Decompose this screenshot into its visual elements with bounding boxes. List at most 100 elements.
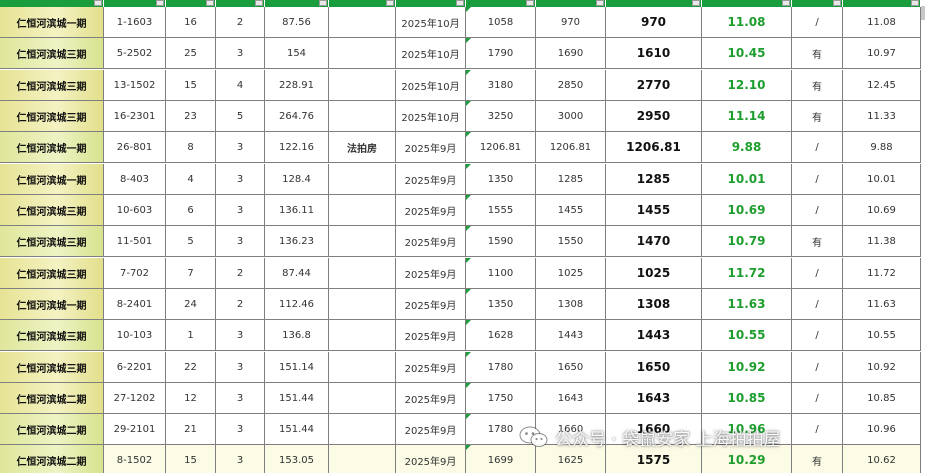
cell-unit-price[interactable]: 10.92	[702, 352, 792, 383]
cell-name[interactable]: 仁恒河滨城一期	[0, 7, 104, 38]
cell-price2[interactable]: 1308	[536, 289, 606, 320]
cell-date[interactable]: 2025年10月	[396, 70, 466, 101]
cell-floor[interactable]: 6	[166, 195, 216, 226]
cell-unit-price[interactable]: 10.85	[702, 383, 792, 414]
cell-price1[interactable]: 1555	[466, 195, 536, 226]
filter-dropdown-icon[interactable]	[911, 0, 919, 6]
cell-unit[interactable]: 8-1502	[104, 445, 166, 473]
cell-unit-price[interactable]: 10.01	[702, 164, 792, 195]
cell-price2[interactable]: 1285	[536, 164, 606, 195]
cell-rooms[interactable]: 3	[216, 195, 265, 226]
cell-floor[interactable]: 5	[166, 226, 216, 257]
cell-rooms[interactable]: 4	[216, 70, 265, 101]
cell-note[interactable]	[329, 70, 396, 101]
cell-area[interactable]: 151.44	[265, 414, 329, 445]
cell-area[interactable]: 136.8	[265, 320, 329, 351]
cell-area[interactable]: 112.46	[265, 289, 329, 320]
cell-final[interactable]: 1455	[606, 195, 702, 226]
cell-unit[interactable]: 6-2201	[104, 352, 166, 383]
cell-last[interactable]: 11.33	[843, 101, 921, 132]
cell-unit[interactable]: 8-2401	[104, 289, 166, 320]
cell-price2[interactable]: 3000	[536, 101, 606, 132]
cell-floor[interactable]: 21	[166, 414, 216, 445]
filter-dropdown-icon[interactable]	[456, 0, 464, 6]
cell-floor[interactable]: 22	[166, 352, 216, 383]
cell-area[interactable]: 151.14	[265, 352, 329, 383]
cell-last[interactable]: 10.85	[843, 383, 921, 414]
cell-rooms[interactable]: 5	[216, 101, 265, 132]
cell-note[interactable]	[329, 352, 396, 383]
cell-note[interactable]	[329, 164, 396, 195]
cell-price1[interactable]: 1058	[466, 7, 536, 38]
filter-dropdown-icon[interactable]	[206, 0, 214, 6]
cell-flag[interactable]: /	[792, 164, 843, 195]
cell-note[interactable]: 法拍房	[329, 132, 396, 163]
cell-final[interactable]: 970	[606, 7, 702, 38]
cell-area[interactable]: 122.16	[265, 132, 329, 163]
cell-name[interactable]: 仁恒河滨城三期	[0, 101, 104, 132]
cell-note[interactable]	[329, 195, 396, 226]
cell-floor[interactable]: 4	[166, 164, 216, 195]
cell-flag[interactable]: 有	[792, 38, 843, 69]
cell-date[interactable]: 2025年10月	[396, 38, 466, 69]
filter-dropdown-icon[interactable]	[596, 0, 604, 6]
cell-name[interactable]: 仁恒河滨城一期	[0, 132, 104, 163]
cell-flag[interactable]: 有	[792, 445, 843, 473]
cell-price2[interactable]: 970	[536, 7, 606, 38]
cell-floor[interactable]: 1	[166, 320, 216, 351]
cell-date[interactable]: 2025年9月	[396, 226, 466, 257]
cell-note[interactable]	[329, 289, 396, 320]
cell-last[interactable]: 10.97	[843, 38, 921, 69]
cell-final[interactable]: 1610	[606, 38, 702, 69]
cell-unit-price[interactable]: 11.08	[702, 7, 792, 38]
cell-area[interactable]: 87.56	[265, 7, 329, 38]
cell-final[interactable]: 1206.81	[606, 132, 702, 163]
cell-final[interactable]: 2950	[606, 101, 702, 132]
cell-flag[interactable]: /	[792, 320, 843, 351]
cell-flag[interactable]: /	[792, 414, 843, 445]
cell-flag[interactable]: /	[792, 352, 843, 383]
cell-price1[interactable]: 3250	[466, 101, 536, 132]
cell-price1[interactable]: 1590	[466, 226, 536, 257]
cell-area[interactable]: 264.76	[265, 101, 329, 132]
cell-rooms[interactable]: 3	[216, 132, 265, 163]
cell-last[interactable]: 10.01	[843, 164, 921, 195]
cell-unit-price[interactable]: 9.88	[702, 132, 792, 163]
cell-area[interactable]: 128.4	[265, 164, 329, 195]
cell-rooms[interactable]: 3	[216, 383, 265, 414]
cell-unit[interactable]: 10-103	[104, 320, 166, 351]
cell-rooms[interactable]: 3	[216, 352, 265, 383]
cell-name[interactable]: 仁恒河滨城一期	[0, 289, 104, 320]
cell-unit-price[interactable]: 10.45	[702, 38, 792, 69]
cell-note[interactable]	[329, 445, 396, 473]
cell-name[interactable]: 仁恒河滨城三期	[0, 38, 104, 69]
cell-note[interactable]	[329, 101, 396, 132]
cell-price1[interactable]: 1780	[466, 352, 536, 383]
cell-flag[interactable]: 有	[792, 101, 843, 132]
cell-rooms[interactable]: 3	[216, 445, 265, 473]
filter-dropdown-icon[interactable]	[692, 0, 700, 6]
cell-last[interactable]: 12.45	[843, 70, 921, 101]
cell-rooms[interactable]: 3	[216, 414, 265, 445]
cell-rooms[interactable]: 2	[216, 258, 265, 289]
cell-name[interactable]: 仁恒河滨城一期	[0, 164, 104, 195]
cell-area[interactable]: 228.91	[265, 70, 329, 101]
cell-rooms[interactable]: 2	[216, 289, 265, 320]
cell-final[interactable]: 1443	[606, 320, 702, 351]
cell-unit[interactable]: 26-801	[104, 132, 166, 163]
cell-note[interactable]	[329, 38, 396, 69]
cell-area[interactable]: 87.44	[265, 258, 329, 289]
cell-floor[interactable]: 25	[166, 38, 216, 69]
cell-unit-price[interactable]: 10.69	[702, 195, 792, 226]
cell-price1[interactable]: 1790	[466, 38, 536, 69]
cell-name[interactable]: 仁恒河滨城三期	[0, 226, 104, 257]
cell-price1[interactable]: 1350	[466, 289, 536, 320]
cell-name[interactable]: 仁恒河滨城三期	[0, 352, 104, 383]
cell-area[interactable]: 153.05	[265, 445, 329, 473]
filter-dropdown-icon[interactable]	[156, 0, 164, 6]
cell-price1[interactable]: 1350	[466, 164, 536, 195]
cell-rooms[interactable]: 3	[216, 38, 265, 69]
cell-last[interactable]: 10.55	[843, 320, 921, 351]
filter-dropdown-icon[interactable]	[94, 0, 102, 6]
cell-name[interactable]: 仁恒河滨城二期	[0, 414, 104, 445]
